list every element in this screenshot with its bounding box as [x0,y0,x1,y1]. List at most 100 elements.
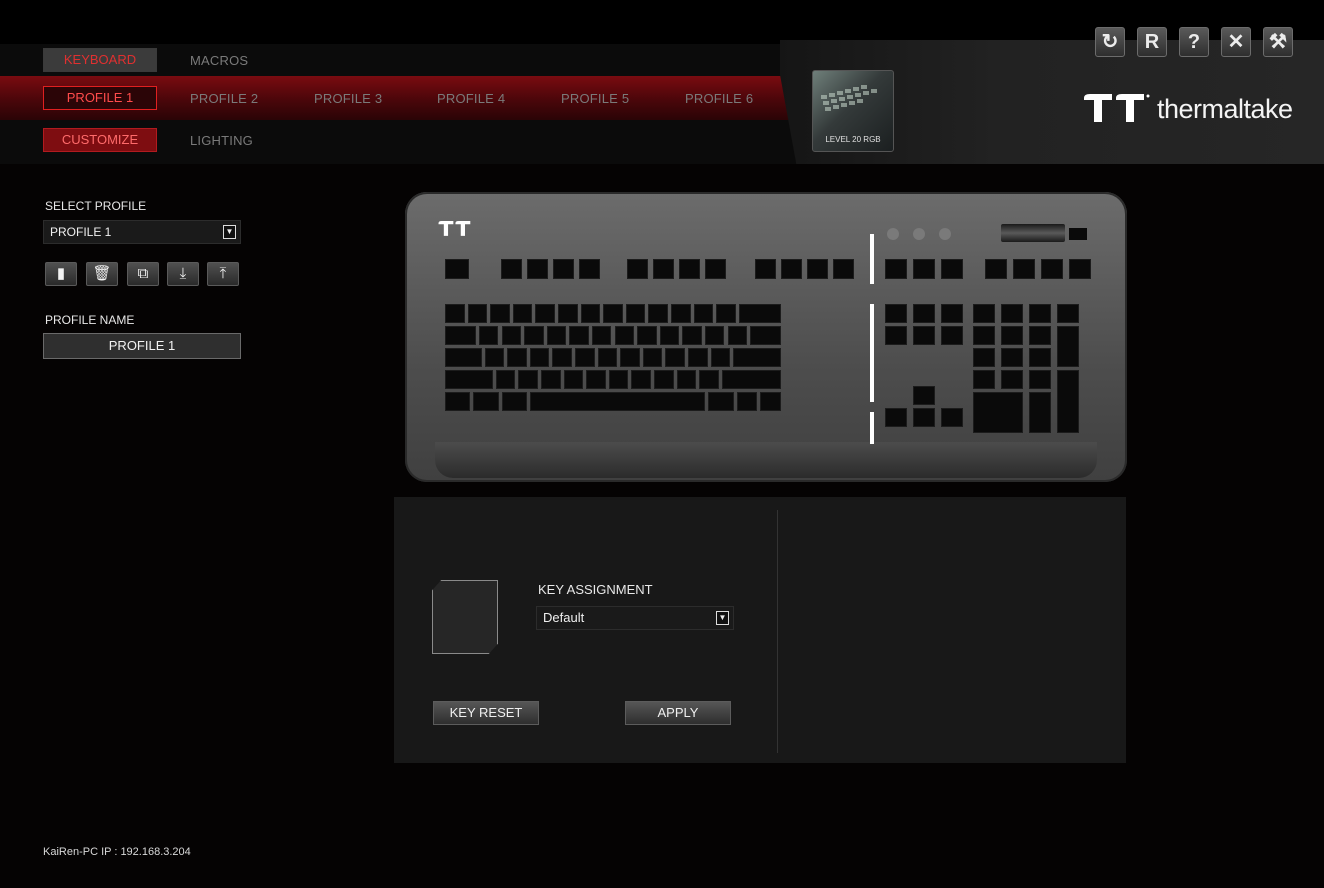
keyboard-key[interactable] [1041,259,1063,279]
keyboard-key[interactable] [676,370,697,389]
keyboard-key[interactable] [1069,259,1091,279]
mute-key[interactable] [1069,228,1087,240]
keyboard-key[interactable] [679,259,700,279]
keyboard-key[interactable] [1001,348,1023,367]
chevron-down-icon[interactable]: ▼ [716,611,729,625]
profile-name-field[interactable]: PROFILE 1 [43,333,241,359]
keyboard-key[interactable] [913,386,935,405]
copy-icon[interactable]: ⧉ [127,262,159,286]
keyboard-key[interactable] [755,259,776,279]
media-button[interactable] [887,228,899,240]
keyboard-key[interactable] [913,326,935,345]
keyboard-key[interactable] [501,392,527,411]
tab-customize[interactable]: CUSTOMIZE [43,128,157,152]
keyboard-key[interactable] [490,304,510,323]
media-button[interactable] [939,228,951,240]
keyboard-key[interactable] [913,408,935,427]
keyboard-key[interactable] [1013,259,1035,279]
tab-profile-3[interactable]: PROFILE 3 [314,91,382,106]
keyboard-key[interactable] [1029,370,1051,389]
chevron-down-icon[interactable]: ▼ [223,225,236,239]
keyboard-key[interactable] [1029,326,1051,345]
keyboard-key[interactable] [535,304,555,323]
volume-roller[interactable] [1001,224,1065,242]
tools-icon[interactable]: ⚒ [1263,27,1293,57]
keyboard-key[interactable] [693,304,714,323]
keyboard-key[interactable] [574,348,595,367]
refresh-icon[interactable]: ↻ [1095,27,1125,57]
keyboard-key[interactable] [973,348,995,367]
keyboard-key[interactable] [586,370,606,389]
tab-profile-2[interactable]: PROFILE 2 [190,91,258,106]
keyboard-key[interactable] [631,370,652,389]
keyboard-key[interactable] [627,259,648,279]
keyboard-key[interactable] [973,370,995,389]
keyboard-key[interactable] [1029,304,1051,323]
tab-profile-1[interactable]: PROFILE 1 [43,86,157,110]
keyboard-key[interactable] [563,370,584,389]
key-reset-button[interactable]: KEY RESET [433,701,539,725]
device-thumbnail[interactable]: LEVEL 20 RGB [812,70,894,152]
keyboard-key[interactable] [591,326,612,345]
keyboard-key[interactable] [1001,370,1023,389]
keyboard-key[interactable] [1029,348,1051,367]
keyboard-key[interactable] [705,259,726,279]
media-button[interactable] [913,228,925,240]
keyboard-key[interactable] [665,348,685,367]
keyboard-key[interactable] [781,259,802,279]
keyboard-key[interactable] [716,304,736,323]
keyboard-key[interactable] [467,304,488,323]
keyboard-key[interactable] [529,392,706,411]
keyboard-key[interactable] [885,326,907,345]
keyboard-key[interactable] [484,348,505,367]
keyboard-key[interactable] [699,370,719,389]
keyboard-key[interactable] [512,304,533,323]
keyboard-key[interactable] [518,370,539,389]
keyboard-key[interactable] [985,259,1007,279]
profile-select[interactable]: PROFILE 1 ▼ [43,220,241,244]
keyboard-key[interactable] [704,326,725,345]
keyboard-key[interactable] [687,348,708,367]
keyboard-key[interactable] [760,392,781,411]
keyboard-key[interactable] [941,326,963,345]
tab-lighting[interactable]: LIGHTING [190,133,253,148]
keyboard-key[interactable] [558,304,578,323]
keyboard-key[interactable] [541,370,561,389]
keyboard-key[interactable] [654,370,674,389]
keyboard-key[interactable] [833,259,854,279]
keyboard-key[interactable] [608,370,629,389]
keyboard-key[interactable] [445,348,482,367]
keyboard-key[interactable] [682,326,702,345]
keyboard-key[interactable] [580,304,601,323]
delete-icon[interactable]: 🗑 [86,262,118,286]
keyboard-key[interactable] [473,392,499,411]
close-icon[interactable]: ✕ [1221,27,1251,57]
keyboard-key[interactable] [445,304,465,323]
keyboard-key[interactable] [750,326,781,345]
keyboard-key[interactable] [614,326,635,345]
keyboard-key[interactable] [1057,326,1079,367]
keyboard-key[interactable] [637,326,657,345]
keyboard-key[interactable] [507,348,527,367]
keyboard-key[interactable] [708,392,734,411]
keyboard-key[interactable] [546,326,567,345]
keyboard-key[interactable] [445,326,476,345]
tab-keyboard[interactable]: KEYBOARD [43,48,157,72]
keyboard-key[interactable] [807,259,828,279]
keyboard-key[interactable] [659,326,680,345]
keyboard-key[interactable] [529,348,550,367]
key-assignment-select[interactable]: Default ▼ [536,606,734,630]
help-icon[interactable]: ? [1179,27,1209,57]
r-icon[interactable]: R [1137,27,1167,57]
keyboard-key[interactable] [973,304,995,323]
apply-button[interactable]: APPLY [625,701,731,725]
keyboard-key[interactable] [1001,326,1023,345]
keyboard-key[interactable] [495,370,516,389]
keyboard-key[interactable] [597,348,618,367]
keyboard-key[interactable] [973,392,1023,433]
keyboard-key[interactable] [524,326,544,345]
keyboard-key[interactable] [941,259,963,279]
keyboard-key[interactable] [653,259,674,279]
keyboard-key[interactable] [941,408,963,427]
keyboard-key[interactable] [445,392,471,411]
